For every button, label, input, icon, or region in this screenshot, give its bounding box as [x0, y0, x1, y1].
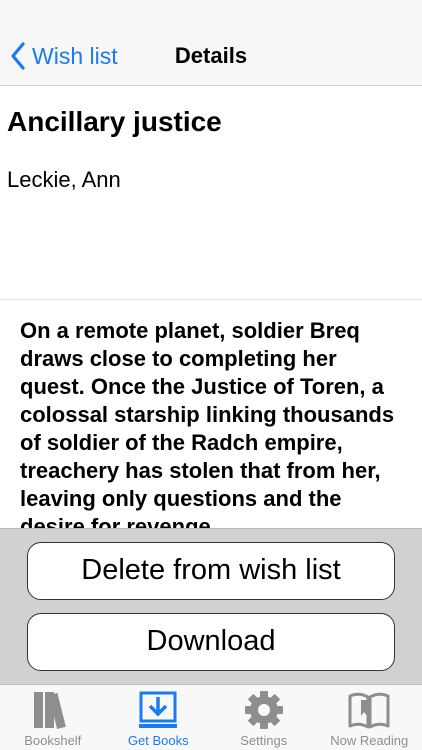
- navigation-bar: Wish list Details: [0, 0, 422, 86]
- tab-settings[interactable]: Settings: [211, 685, 317, 750]
- book-title: Ancillary justice: [7, 106, 222, 137]
- tab-bar: Bookshelf Get Books Settings Now Reading: [0, 684, 422, 750]
- bookshelf-icon: [33, 692, 66, 729]
- tab-label: Settings: [240, 733, 288, 748]
- book-header: Ancillary justice Leckie, Ann: [0, 86, 422, 300]
- tab-get-books[interactable]: Get Books: [106, 685, 212, 750]
- open-book-icon: [348, 692, 390, 729]
- tab-label: Bookshelf: [24, 733, 82, 748]
- download-button[interactable]: Download: [27, 613, 395, 671]
- delete-from-wishlist-button[interactable]: Delete from wish list: [27, 542, 395, 600]
- tab-bookshelf[interactable]: Bookshelf: [0, 685, 106, 750]
- action-panel: Delete from wish list Download: [0, 528, 422, 684]
- download-tray-icon: [139, 691, 178, 728]
- book-author: Leckie, Ann: [7, 167, 121, 192]
- tab-label: Get Books: [127, 733, 189, 748]
- book-description: On a remote planet, soldier Breq draws c…: [20, 318, 395, 529]
- page-title: Details: [174, 43, 248, 68]
- gear-icon: [244, 691, 283, 729]
- tab-now-reading[interactable]: Now Reading: [317, 685, 422, 750]
- tab-label: Now Reading: [330, 733, 409, 748]
